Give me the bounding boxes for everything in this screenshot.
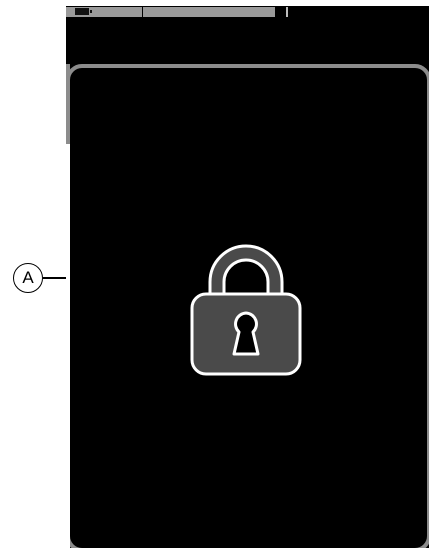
- status-bar-divider: [286, 7, 288, 17]
- padlock-icon: [190, 244, 302, 376]
- callout-label: A: [22, 268, 34, 287]
- keyhole: [232, 311, 260, 356]
- callout-leader-line: [43, 277, 66, 279]
- battery-icon: [75, 8, 92, 15]
- figure: A: [0, 0, 429, 548]
- status-bar-segment: [143, 7, 275, 17]
- panel-border-segment: [66, 144, 70, 548]
- panel-border-segment: [66, 64, 70, 144]
- callout-marker: A: [13, 263, 43, 293]
